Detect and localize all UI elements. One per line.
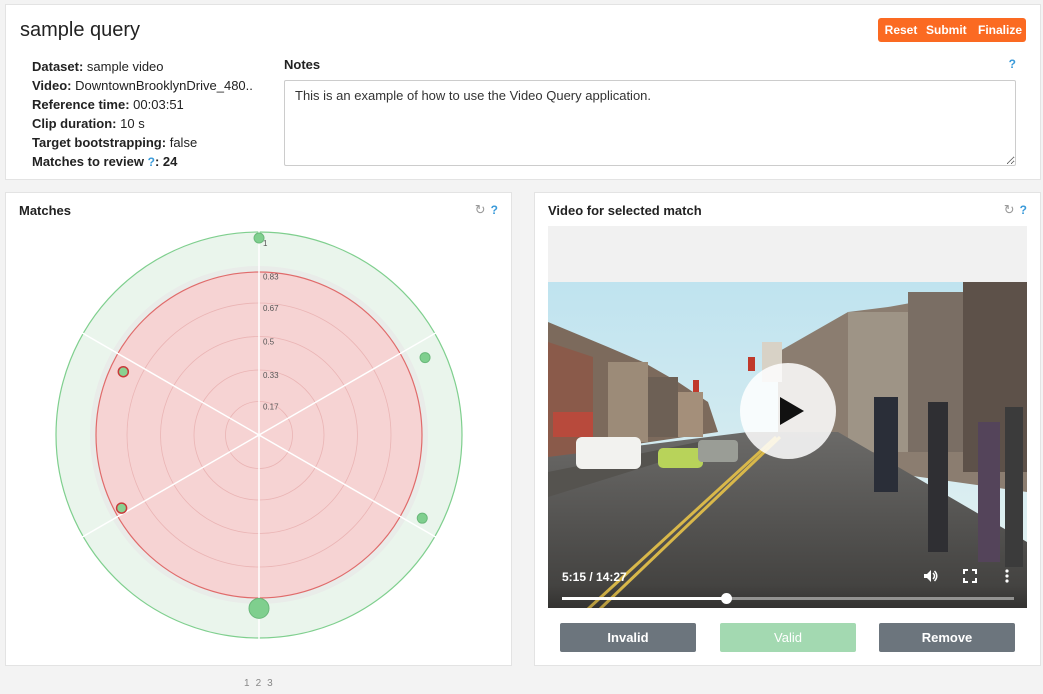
notes-label: Notes [284,57,321,72]
refresh-icon[interactable]: ↻ [1004,202,1015,218]
meta-value: DowntownBrooklynDrive_480.. [75,78,253,93]
matches-polar-chart: 10.830.670.50.330.17 [55,230,463,640]
meta-video: Video: DowntownBrooklynDrive_480.. [32,76,253,95]
matches-pagination: 1 2 3 [244,678,273,689]
match-point [117,365,130,378]
remove-button[interactable]: Remove [879,623,1015,652]
meta-dataset: Dataset: sample video [32,57,253,76]
meta-label: Target bootstrapping: [32,135,167,150]
meta-target-bootstrapping: Target bootstrapping: false [32,133,253,152]
matches-title: Matches [19,203,72,218]
valid-button[interactable]: Valid [720,623,856,652]
radial-tick-label: 0.17 [263,403,279,412]
meta-label: Reference time: [32,97,130,112]
match-point [248,597,270,619]
page-link[interactable]: 1 [244,678,250,689]
matches-help-icon[interactable]: ? [148,155,155,169]
video-time: 5:15 / 14:27 [562,570,627,584]
video-title: Video for selected match [548,203,702,218]
video-panel-help-icon[interactable]: ? [1020,203,1027,217]
meta-reference-time: Reference time: 00:03:51 [32,95,253,114]
notes-help-icon[interactable]: ? [1009,57,1016,71]
video-panel-icons: ↻ ? [1004,202,1027,218]
meta-label: Clip duration: [32,116,117,131]
meta-label: Dataset: [32,59,84,74]
match-point [115,502,128,514]
page-link[interactable]: 3 [267,678,273,689]
volume-icon[interactable] [923,568,939,588]
matches-panel: Matches ↻ ? 1 0.83 0.67 0.5 0.33 0.17 [5,192,512,666]
meta-clip-duration: Clip duration: 10 s [32,114,253,133]
match-point [416,512,428,524]
play-button[interactable] [740,363,836,459]
meta-value: 00:03:51 [133,97,184,112]
finalize-button[interactable]: Finalize [972,18,1026,42]
reset-button[interactable]: Reset [878,18,920,42]
matches-panel-help-icon[interactable]: ? [491,203,498,217]
radial-tick-label: 0.5 [263,338,275,347]
video-panel: Video for selected match ↻ ? 5:15 / 14:2… [534,192,1041,666]
meta-label: Video: [32,78,72,93]
meta-value: false [169,135,198,150]
refresh-icon[interactable]: ↻ [475,202,486,218]
video-progress-fill [562,597,727,600]
page-link[interactable]: 2 [256,678,262,689]
matches-panel-icons: ↻ ? [475,202,498,218]
more-vertical-icon[interactable] [1005,569,1009,587]
query-metadata: Dataset: sample video Video: DowntownBro… [32,57,253,172]
query-header-panel: sample query Reset Submit Finalize Datas… [5,4,1041,180]
video-progress-bar[interactable] [562,593,1014,604]
meta-value: sample video [86,59,164,74]
fullscreen-icon[interactable] [963,569,977,587]
radial-tick-label: 0.33 [263,371,279,380]
notes-textarea[interactable] [284,80,1016,166]
submit-button[interactable]: Submit [920,18,972,42]
play-icon [780,397,804,425]
match-point [253,232,265,244]
meta-matches-to-review: Matches to review ?: 24 [32,152,253,172]
match-point [419,352,431,364]
radial-tick-label: 0.83 [263,272,279,281]
invalid-button[interactable]: Invalid [560,623,696,652]
radial-tick-label: 0.67 [263,304,279,313]
page-title: sample query [20,19,141,41]
meta-value: : 24 [154,154,178,169]
query-actions: Reset Submit Finalize [878,18,1026,42]
meta-value: 10 s [120,116,145,131]
meta-label: Matches to review [32,154,144,169]
